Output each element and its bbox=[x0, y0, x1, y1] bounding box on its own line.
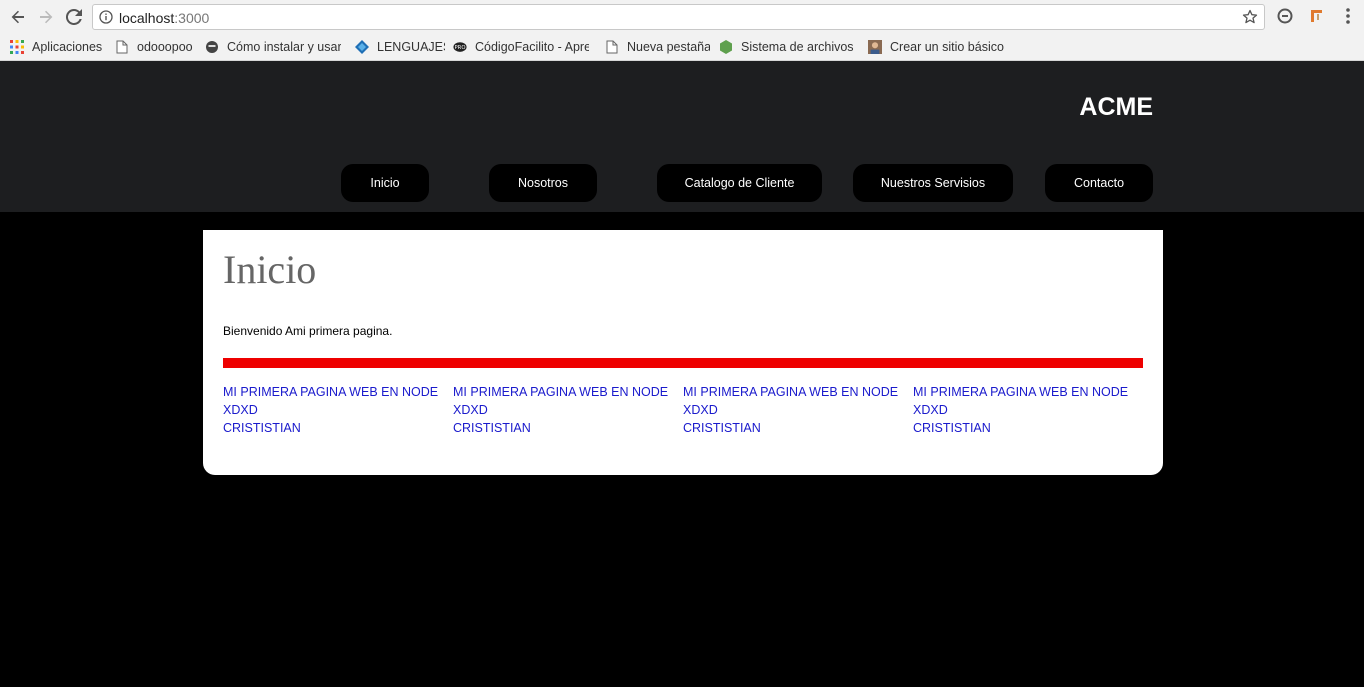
bookmark-label: Aplicaciones bbox=[32, 40, 103, 54]
bookmark-codigofacilito[interactable]: PRO CódigoFacilito - Apre bbox=[453, 38, 589, 56]
nav-contacto[interactable]: Contacto bbox=[1045, 164, 1153, 202]
column-author-link[interactable]: CRISTISTIAN bbox=[453, 419, 683, 437]
menu-kebab-icon[interactable] bbox=[1340, 7, 1356, 25]
column-line-link[interactable]: XDXD bbox=[223, 401, 453, 419]
bookmark-label: CódigoFacilito - Apre bbox=[475, 40, 589, 54]
nav-inicio[interactable]: Inicio bbox=[341, 164, 429, 202]
bookmark-como-instalar[interactable]: Cómo instalar y usar c bbox=[205, 38, 341, 56]
bookmark-apps[interactable]: Aplicaciones bbox=[10, 38, 105, 56]
url-host: localhost bbox=[119, 10, 175, 26]
column-line-link[interactable]: XDXD bbox=[913, 401, 1143, 419]
bookmark-label: odooopoo bbox=[137, 40, 193, 54]
bookmark-lenguajes[interactable]: LENGUAJES bbox=[355, 38, 445, 56]
site-header: ACME Inicio Nosotros Catalogo de Cliente… bbox=[0, 61, 1364, 212]
url-text: localhost:3000 bbox=[119, 10, 209, 26]
link-column: MI PRIMERA PAGINA WEB EN NODE XDXD CRIST… bbox=[913, 383, 1143, 437]
sync-extension-icon[interactable] bbox=[1276, 7, 1294, 25]
bookmark-label: Cómo instalar y usar c bbox=[227, 40, 341, 54]
page-icon bbox=[115, 40, 129, 54]
pro-favicon-icon: PRO bbox=[453, 40, 467, 54]
column-author-link[interactable]: CRISTISTIAN bbox=[683, 419, 913, 437]
page-icon bbox=[605, 40, 619, 54]
bookmark-nueva-pestana[interactable]: Nueva pestaña bbox=[605, 38, 710, 56]
bookmark-label: Sistema de archivos | bbox=[741, 40, 855, 54]
forward-arrow-icon bbox=[40, 10, 53, 24]
bookmarks-bar: Aplicaciones odooopoo Cómo instalar y us… bbox=[0, 34, 1364, 61]
column-title-link[interactable]: MI PRIMERA PAGINA WEB EN NODE bbox=[223, 383, 453, 401]
bookmark-sistema-archivos[interactable]: Sistema de archivos | bbox=[719, 38, 855, 56]
column-title-link[interactable]: MI PRIMERA PAGINA WEB EN NODE bbox=[453, 383, 683, 401]
reload-button[interactable] bbox=[62, 5, 86, 29]
column-line-link[interactable]: XDXD bbox=[453, 401, 683, 419]
link-columns: MI PRIMERA PAGINA WEB EN NODE XDXD CRIST… bbox=[223, 383, 1143, 437]
svg-text:PRO: PRO bbox=[455, 45, 466, 51]
nav-nuestros-servisios[interactable]: Nuestros Servisios bbox=[853, 164, 1013, 202]
brand-logo[interactable]: ACME bbox=[1079, 93, 1153, 122]
column-author-link[interactable]: CRISTISTIAN bbox=[223, 419, 453, 437]
browser-toolbar: localhost:3000 bbox=[0, 0, 1364, 34]
avatar-favicon-icon bbox=[868, 40, 882, 54]
site-favicon-icon bbox=[205, 40, 219, 54]
reload-icon bbox=[66, 9, 82, 25]
nodejs-favicon-icon bbox=[719, 40, 733, 54]
welcome-text: Bienvenido Ami primera pagina. bbox=[223, 324, 393, 338]
bookmark-crear-sitio[interactable]: Crear un sitio básico bbox=[868, 38, 1004, 56]
info-icon bbox=[99, 10, 113, 24]
red-divider bbox=[223, 358, 1143, 368]
bookmark-label: Nueva pestaña bbox=[627, 40, 710, 54]
back-arrow-icon bbox=[11, 10, 24, 24]
column-title-link[interactable]: MI PRIMERA PAGINA WEB EN NODE bbox=[913, 383, 1143, 401]
link-column: MI PRIMERA PAGINA WEB EN NODE XDXD CRIST… bbox=[453, 383, 683, 437]
content-card: Inicio Bienvenido Ami primera pagina. MI… bbox=[203, 230, 1163, 475]
diamond-favicon-icon bbox=[355, 40, 369, 54]
address-bar[interactable]: localhost:3000 bbox=[92, 4, 1265, 30]
link-column: MI PRIMERA PAGINA WEB EN NODE XDXD CRIST… bbox=[683, 383, 913, 437]
bookmark-star-icon[interactable] bbox=[1242, 9, 1258, 25]
column-author-link[interactable]: CRISTISTIAN bbox=[913, 419, 1143, 437]
nav-nosotros[interactable]: Nosotros bbox=[489, 164, 597, 202]
column-title-link[interactable]: MI PRIMERA PAGINA WEB EN NODE bbox=[683, 383, 913, 401]
page-title: Inicio bbox=[223, 247, 317, 292]
apps-grid-icon bbox=[10, 40, 24, 54]
nav-catalogo-de-cliente[interactable]: Catalogo de Cliente bbox=[657, 164, 822, 202]
bookmark-label: Crear un sitio básico bbox=[890, 40, 1004, 54]
url-port: :3000 bbox=[174, 10, 210, 26]
extension-icon[interactable] bbox=[1308, 7, 1326, 25]
bookmark-odooopoo[interactable]: odooopoo bbox=[115, 38, 197, 56]
bookmark-label: LENGUAJES bbox=[377, 40, 445, 54]
column-line-link[interactable]: XDXD bbox=[683, 401, 913, 419]
forward-button[interactable] bbox=[34, 5, 58, 29]
link-column: MI PRIMERA PAGINA WEB EN NODE XDXD CRIST… bbox=[223, 383, 453, 437]
back-button[interactable] bbox=[6, 5, 30, 29]
